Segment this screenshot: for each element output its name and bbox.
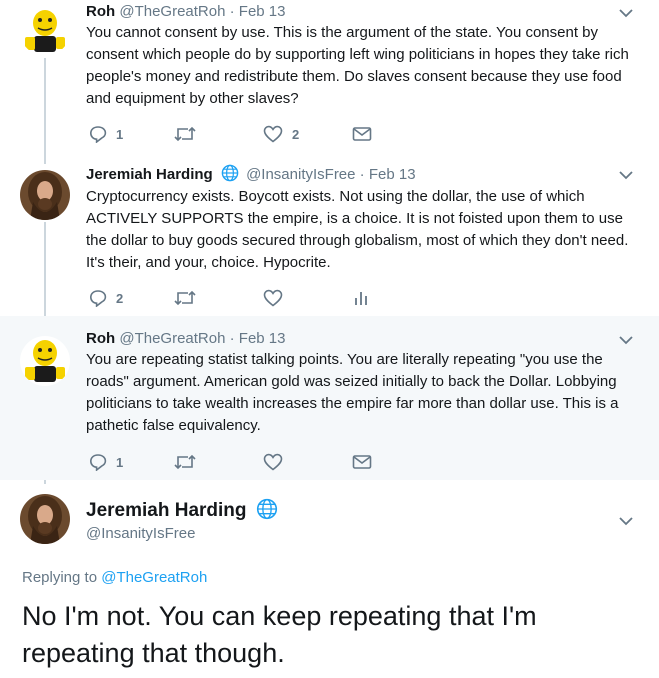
like-button[interactable]: 2 [263,124,299,144]
chevron-down-icon[interactable] [619,8,633,18]
like-icon [263,453,283,471]
separator: · [229,3,235,20]
analytics-button[interactable] [354,288,368,308]
tweet-text: Cryptocurrency exists. Boycott exists. N… [86,188,629,271]
globe-icon [256,498,277,520]
replying-prefix: Replying to [22,569,98,586]
author-handle[interactable]: @TheGreatRoh [119,3,225,20]
analytics-icon [355,292,367,305]
like-icon [263,289,283,307]
reply-count: 1 [116,454,124,470]
avatar[interactable] [20,6,70,56]
message-icon [352,455,372,469]
main-author-handle[interactable]: @InsanityIsFree [86,525,195,542]
tweet-header: Jeremiah Harding @InsanityIsFree · Feb 1… [86,164,416,184]
like-button[interactable] [263,288,292,308]
chevron-down-icon[interactable] [619,516,633,526]
reply-button[interactable]: 1 [89,124,123,144]
separator: · [229,330,235,347]
chevron-down-icon[interactable] [619,170,633,180]
avatar[interactable] [20,336,70,386]
reply-icon [89,290,107,307]
tweet-date[interactable]: Feb 13 [369,166,416,183]
reply-count: 2 [116,290,124,306]
avatar[interactable] [20,170,70,220]
tweet-text: You cannot consent by use. This is the a… [86,24,629,107]
main-tweet-text: No I'm not. You can keep repeating that … [22,601,537,668]
like-icon [263,125,283,143]
retweet-icon [174,290,196,306]
retweet-button[interactable] [174,124,205,144]
message-icon [352,127,372,141]
avatar[interactable] [20,494,70,544]
retweet-icon [174,126,196,142]
tweet-header: Roh @TheGreatRoh · Feb 13 [86,329,286,348]
retweet-button[interactable] [174,452,205,472]
globe-icon [221,164,239,182]
tweet[interactable]: Jeremiah Harding @InsanityIsFree · Feb 1… [0,162,659,316]
chevron-down-icon[interactable] [619,335,633,345]
author-handle[interactable]: @TheGreatRoh [119,330,225,347]
reply-button[interactable]: 2 [89,288,123,308]
reply-icon [89,454,107,471]
tweet-date[interactable]: Feb 13 [239,330,286,347]
like-count: 2 [292,126,300,142]
main-author-name[interactable]: Jeremiah Harding [86,498,281,522]
replying-to-link[interactable]: @TheGreatRoh [101,569,207,586]
reply-icon [89,126,107,143]
author-name[interactable]: Roh [86,330,115,347]
tweet[interactable]: Roh @TheGreatRoh · Feb 13 You are repeat… [0,316,659,480]
reply-button[interactable]: 1 [89,452,123,472]
separator: · [359,166,365,183]
tweet-header: Roh @TheGreatRoh · Feb 13 [86,2,286,21]
message-button[interactable] [352,124,372,144]
retweet-icon [174,454,196,470]
author-name[interactable]: Roh [86,3,115,20]
author-name[interactable]: Jeremiah Harding [86,166,213,183]
replying-to: Replying to @TheGreatRoh [22,569,207,586]
tweet[interactable]: Roh @TheGreatRoh · Feb 13 You cannot con… [0,0,659,162]
tweet-text: You are repeating statist talking points… [86,351,619,434]
reply-count: 1 [116,126,124,142]
main-author-name-text: Jeremiah Harding [86,500,247,521]
message-button[interactable] [352,452,372,472]
retweet-button[interactable] [174,288,205,308]
author-handle[interactable]: @InsanityIsFree [246,166,355,183]
tweet-date[interactable]: Feb 13 [239,3,286,20]
like-button[interactable] [263,452,292,472]
